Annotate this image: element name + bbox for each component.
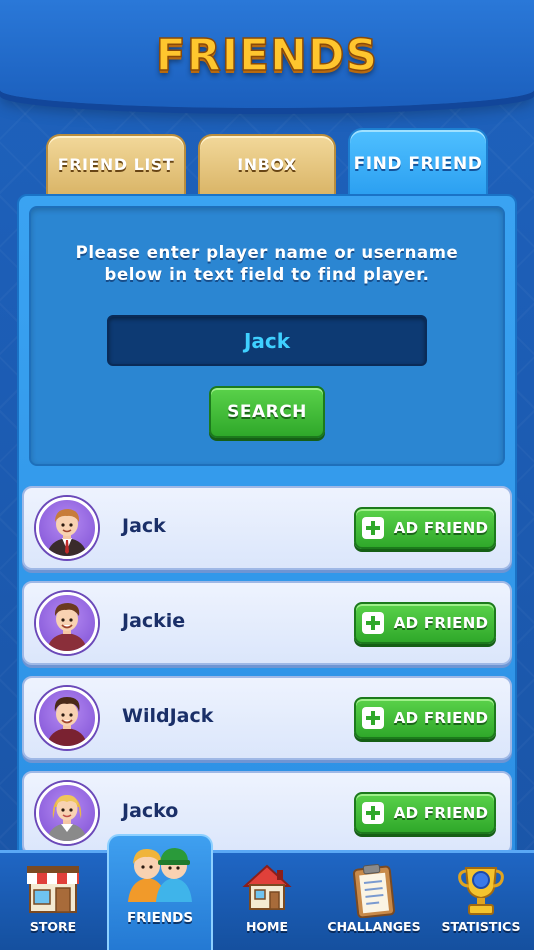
- plus-icon: [361, 612, 384, 634]
- clipboard-icon: [352, 864, 396, 918]
- nav-statistics[interactable]: STATISTICS: [428, 850, 534, 950]
- man-brown-hair-avatar: [36, 592, 98, 654]
- add-friend-button[interactable]: AD FRIEND: [354, 792, 496, 834]
- list-item: WildJack AD FRIEND: [22, 676, 512, 760]
- nav-home-label: HOME: [245, 919, 289, 934]
- man-dark-hair-avatar: [36, 687, 98, 749]
- tab-friend-list[interactable]: FRIEND LIST: [46, 134, 186, 196]
- home-icon: [242, 864, 292, 910]
- add-friend-label: AD FRIEND: [393, 519, 489, 537]
- search-instructions: Please enter player name or username bel…: [75, 243, 459, 284]
- list-item: Jacko AD FRIEND: [22, 771, 512, 855]
- list-item: Jack AD FRIEND: [22, 486, 512, 570]
- page-title: FRIENDS: [155, 29, 379, 82]
- nav-store[interactable]: STORE: [0, 850, 106, 950]
- plus-icon: [361, 707, 384, 729]
- player-name: WildJack: [122, 705, 214, 727]
- plus-icon: [361, 517, 384, 539]
- nav-statistics-label: STATISTICS: [441, 919, 521, 934]
- nav-store-label: STORE: [29, 919, 77, 934]
- woman-blonde-avatar: [36, 782, 98, 844]
- add-friend-button[interactable]: AD FRIEND: [354, 697, 496, 739]
- nav-friends-label: FRIENDS: [126, 910, 194, 926]
- store-icon: [27, 866, 79, 913]
- tab-find-friend[interactable]: FIND FRIEND: [348, 128, 488, 198]
- list-item: Jackie AD FRIEND: [22, 581, 512, 665]
- player-name: Jack: [122, 515, 166, 537]
- add-friend-button[interactable]: AD FRIEND: [354, 507, 496, 549]
- add-friend-label: AD FRIEND: [393, 804, 489, 822]
- add-friend-label: AD FRIEND: [393, 614, 489, 632]
- add-friend-label: AD FRIEND: [393, 709, 489, 727]
- nav-challanges[interactable]: CHALLANGES: [321, 850, 427, 950]
- nav-challanges-label: CHALLANGES: [327, 919, 421, 934]
- man-suit-avatar: [36, 497, 98, 559]
- search-button[interactable]: SEARCH: [209, 386, 325, 438]
- friends-icon: [128, 848, 192, 902]
- search-input[interactable]: [107, 315, 427, 366]
- player-name: Jacko: [122, 800, 179, 822]
- nav-friends[interactable]: FRIENDS: [107, 834, 213, 950]
- add-friend-button[interactable]: AD FRIEND: [354, 602, 496, 644]
- tab-inbox[interactable]: INBOX: [198, 134, 336, 196]
- trophy-icon: [458, 867, 504, 915]
- nav-home[interactable]: HOME: [214, 850, 320, 950]
- plus-icon: [361, 802, 384, 824]
- player-name: Jackie: [122, 610, 186, 632]
